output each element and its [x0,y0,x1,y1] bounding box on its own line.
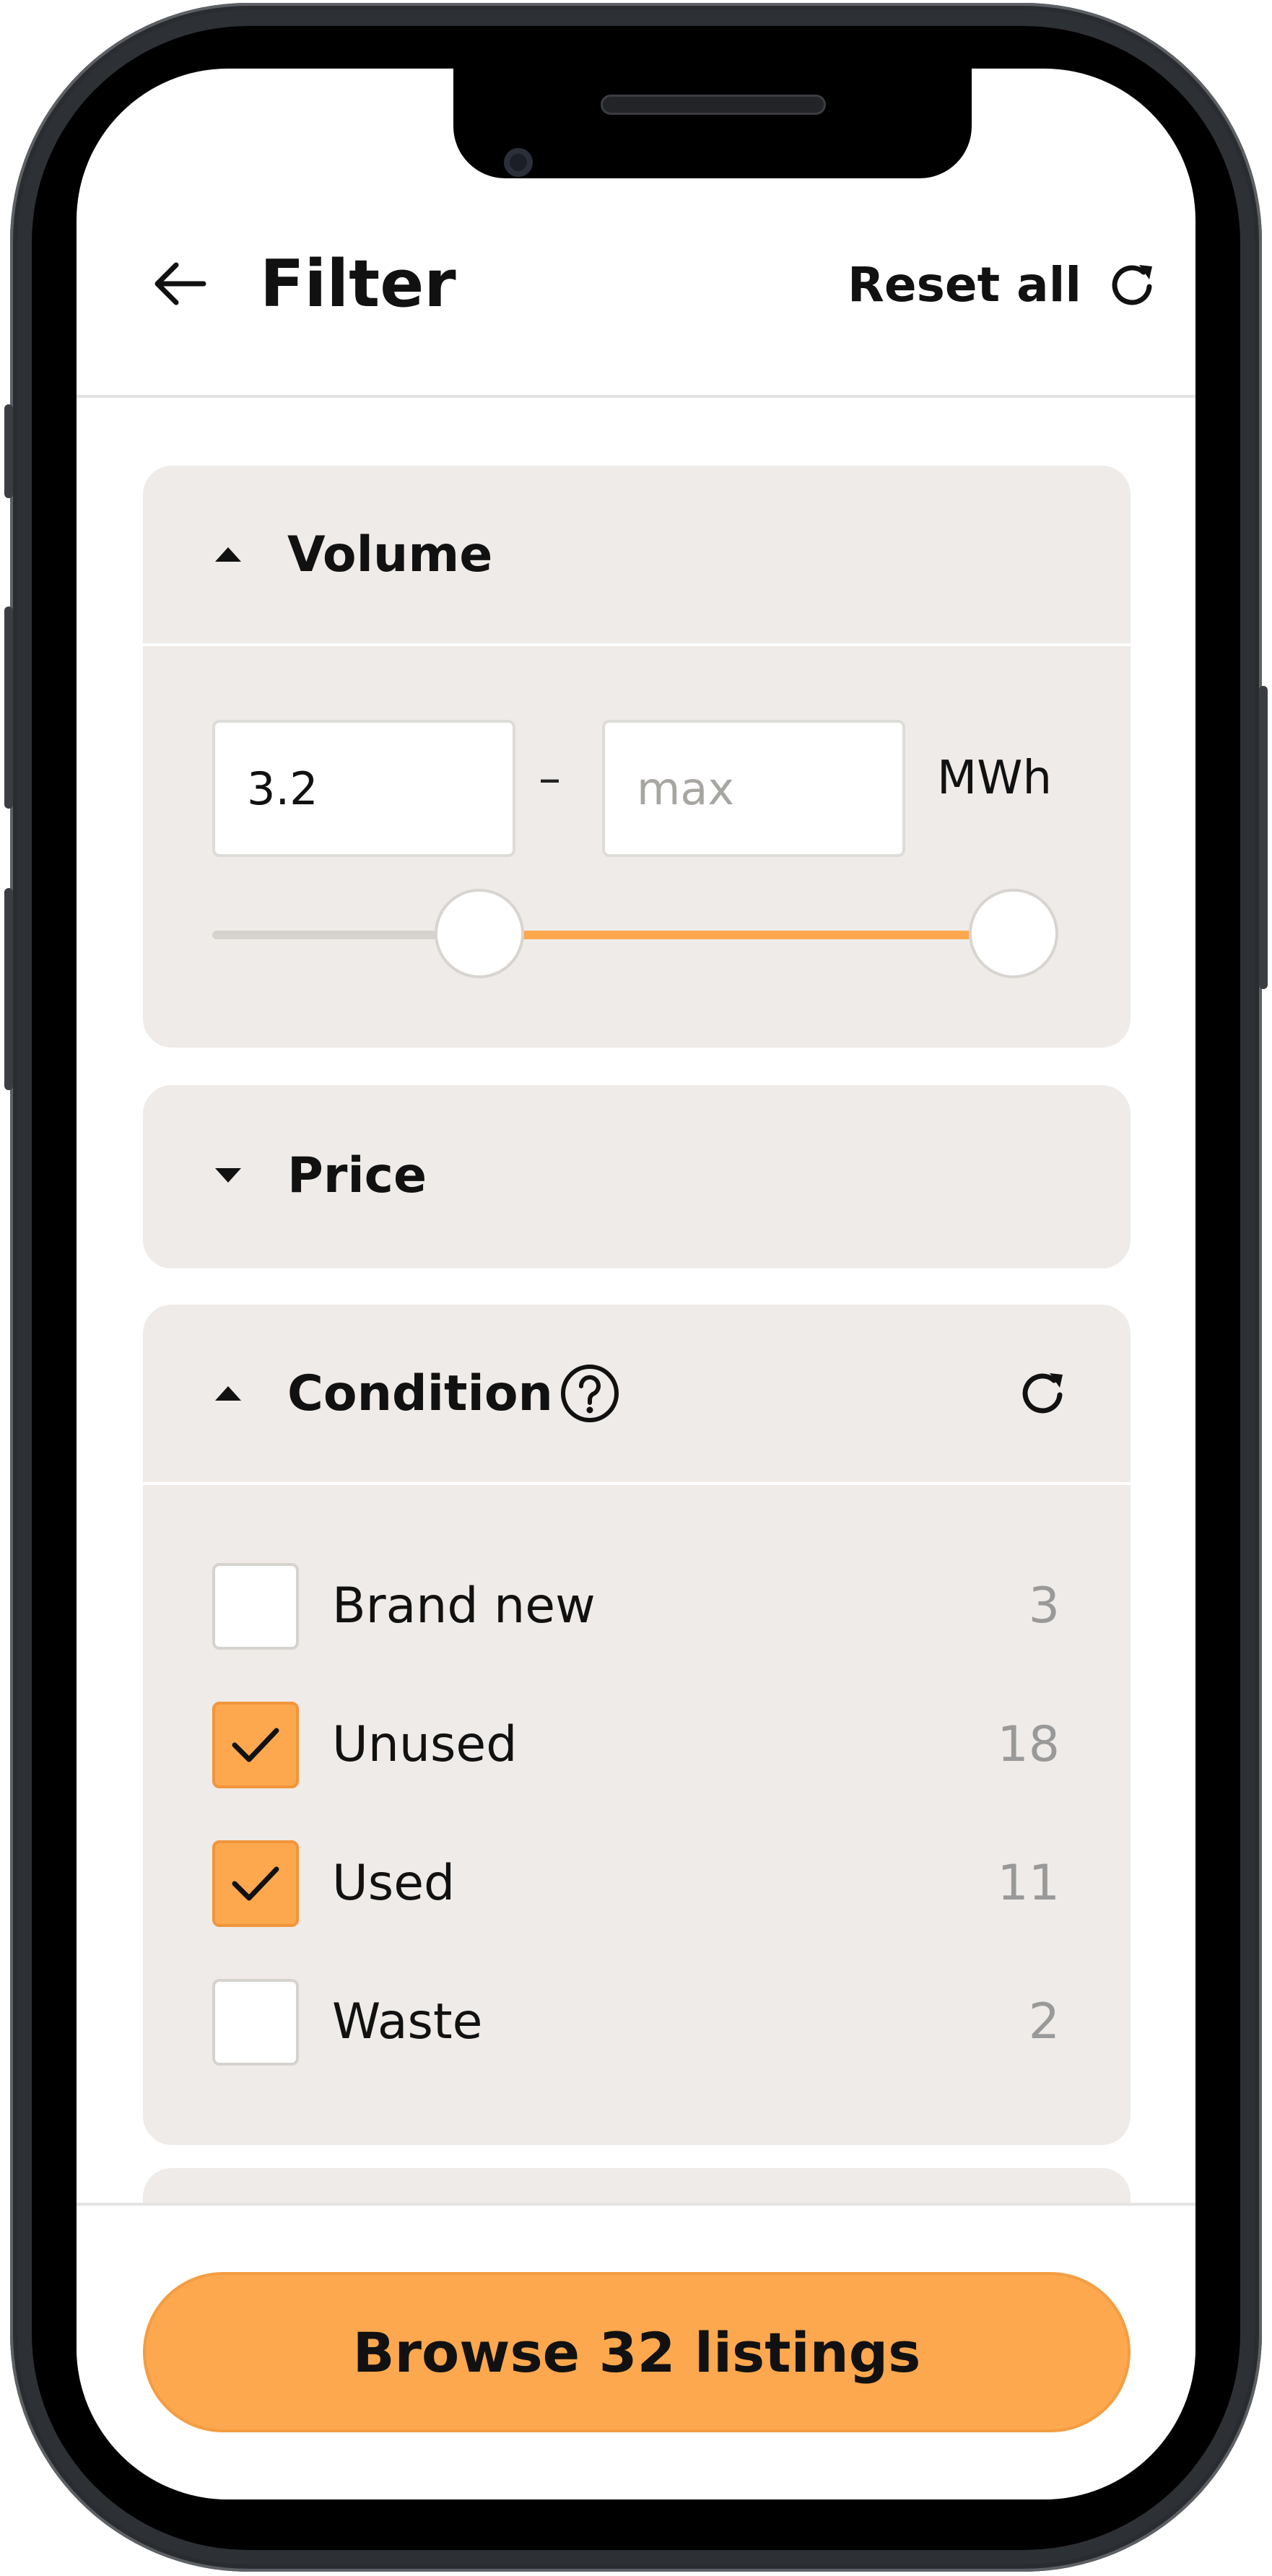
option-count: 18 [997,1716,1060,1773]
earpiece-speaker [601,95,826,115]
condition-option-brand-new[interactable]: Brand new 3 [212,1563,1060,1650]
back-arrow-icon [154,262,206,305]
caret-down-icon [215,1168,241,1183]
front-camera [504,148,533,177]
reset-all-label: Reset all [848,257,1081,313]
range-separator: – [539,752,561,804]
checkmark-icon [232,1866,279,1901]
page-title: Filter [260,246,456,322]
checkbox[interactable] [212,1840,299,1927]
checkbox[interactable] [212,1563,299,1650]
condition-title: Condition [287,1365,553,1422]
volume-unit: MWh [937,752,1053,805]
checkbox[interactable] [212,1702,299,1788]
price-filter-card: Price [143,1085,1131,1269]
volume-header[interactable]: Volume [143,466,1131,646]
refresh-icon [1112,265,1152,305]
condition-option-used[interactable]: Used 11 [212,1840,1060,1927]
condition-reset-icon[interactable] [1016,1366,1071,1421]
back-button[interactable] [146,251,212,317]
device-side-button [4,888,13,1090]
option-label: Used [332,1855,456,1912]
option-count: 2 [1028,1993,1060,2050]
volume-slider-max-handle[interactable] [969,889,1058,978]
browse-listings-button[interactable]: Browse 32 listings [143,2272,1131,2432]
option-count: 3 [1028,1578,1060,1635]
condition-option-unused[interactable]: Unused 18 [212,1702,1060,1788]
reset-all-button[interactable]: Reset all [848,251,1161,320]
bottom-bar: Browse 32 listings [77,2203,1195,2499]
option-label: Brand new [332,1578,596,1635]
price-title: Price [287,1146,427,1204]
device-side-button [4,606,13,809]
caret-up-icon [215,1386,241,1401]
checkbox[interactable] [212,1979,299,2066]
volume-max-input[interactable] [602,720,905,857]
option-count: 11 [997,1855,1060,1912]
screen: Filter Reset all Volume – MWh [77,69,1195,2499]
condition-filter-card: Condition Brand new 3 Unused 18 Used 11 … [143,1305,1131,2145]
option-label: Waste [332,1993,483,2050]
condition-header[interactable]: Condition [143,1305,1131,1485]
price-header[interactable]: Price [143,1085,1131,1266]
caret-up-icon [215,547,241,562]
option-label: Unused [332,1716,518,1773]
condition-option-waste[interactable]: Waste 2 [212,1979,1060,2066]
volume-slider-min-handle[interactable] [435,889,524,978]
volume-slider-range [479,931,1014,939]
volume-title: Volume [287,526,493,583]
volume-min-input[interactable] [212,720,515,857]
checkmark-icon [232,1728,279,1762]
volume-filter-card: Volume – MWh [143,466,1131,1048]
device-side-button [1259,686,1268,989]
help-icon[interactable] [559,1362,621,1424]
device-side-button [4,404,13,498]
